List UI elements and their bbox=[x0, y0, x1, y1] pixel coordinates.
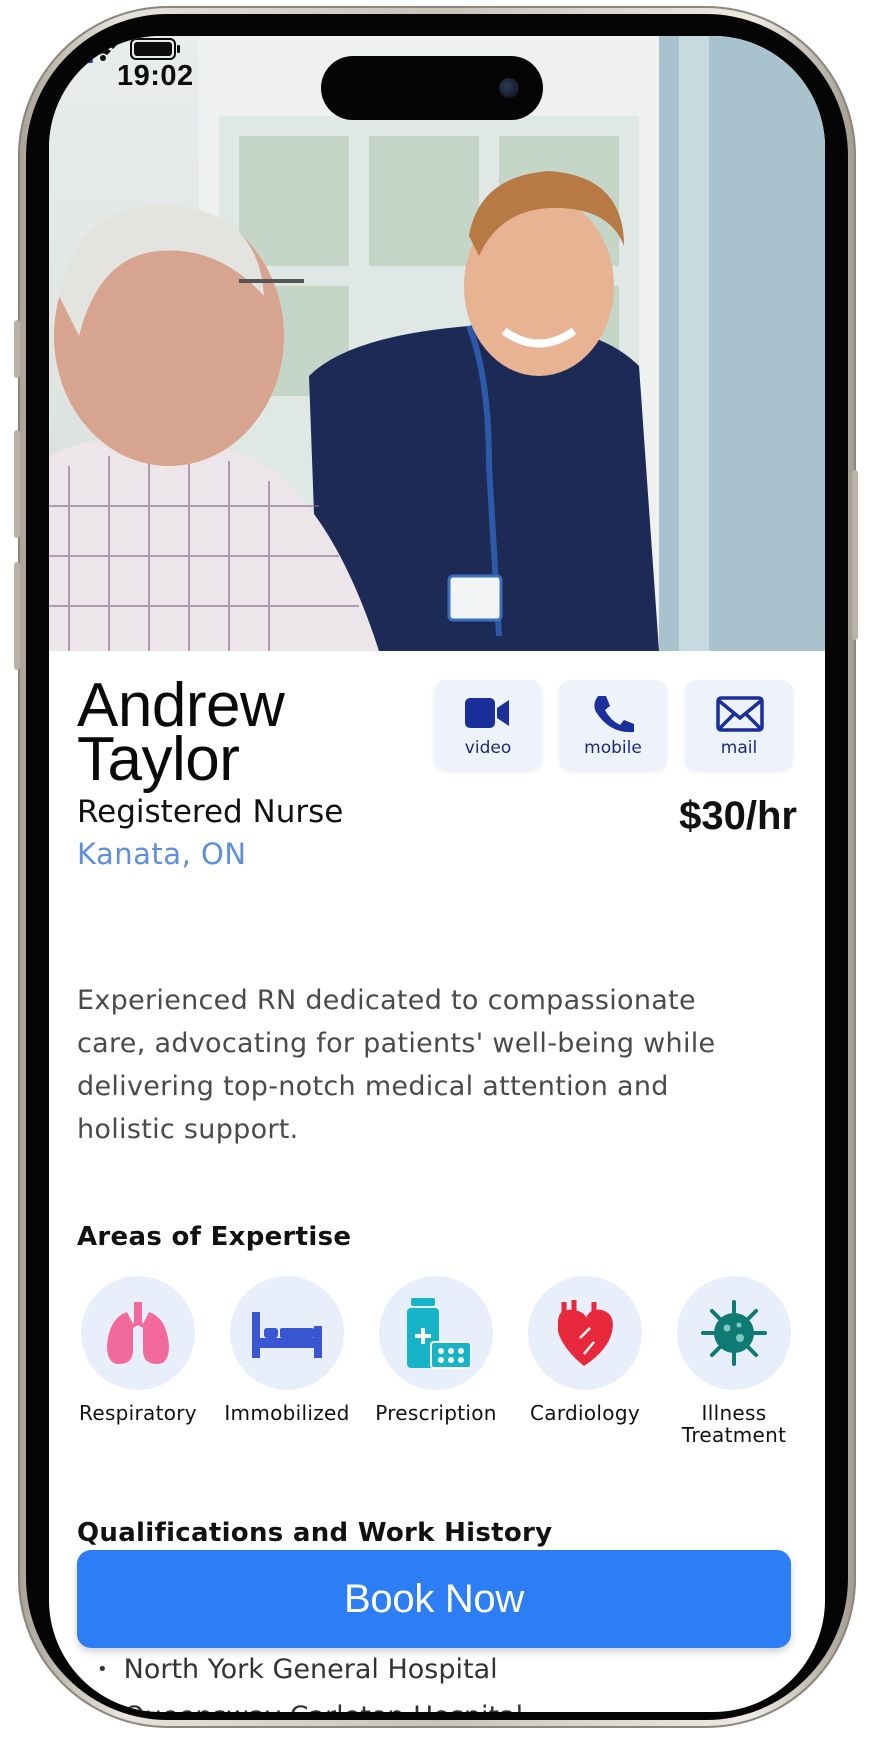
camera-icon bbox=[499, 78, 519, 98]
expertise-icon-circle bbox=[677, 1276, 791, 1390]
action-button bbox=[14, 320, 20, 378]
hero-photo: 19:02 bbox=[49, 36, 825, 651]
power-button bbox=[852, 470, 858, 640]
heart-icon bbox=[558, 1300, 613, 1366]
expertise-label: Cardiology bbox=[530, 1401, 640, 1425]
back-arrow-icon[interactable] bbox=[49, 36, 99, 86]
work-history-list: North York General Hospital Queensway Ca… bbox=[97, 1648, 524, 1712]
caregiver-photo bbox=[49, 36, 825, 651]
screen: 19:02 Andrew Taylor Registered Nurse Kan… bbox=[49, 36, 825, 1712]
expertise-label: Prescription bbox=[375, 1401, 497, 1425]
provider-location: Kanata, ON bbox=[77, 837, 247, 871]
qualifications-title: Qualifications and Work History bbox=[77, 1518, 553, 1548]
phone-icon bbox=[594, 696, 634, 733]
video-camera-icon bbox=[465, 698, 509, 728]
list-item: North York General Hospital bbox=[97, 1648, 523, 1695]
expertise-label: Illness Treatment bbox=[681, 1401, 787, 1447]
expertise-immobilized[interactable]: Immobilized bbox=[212, 1276, 362, 1424]
volume-down-button bbox=[14, 562, 20, 670]
volume-up-button bbox=[14, 430, 20, 538]
lungs-icon bbox=[107, 1302, 169, 1364]
envelope-icon bbox=[716, 696, 764, 732]
expertise-illness-treatment[interactable]: Illness Treatment bbox=[659, 1276, 809, 1446]
expertise-label: Immobilized bbox=[224, 1401, 350, 1425]
expertise-label: Respiratory bbox=[79, 1401, 197, 1425]
mobile-label: mobile bbox=[584, 738, 642, 758]
expertise-cardiology[interactable]: Cardiology bbox=[510, 1276, 660, 1424]
provider-bio: Experienced RN dedicated to compassionat… bbox=[77, 985, 716, 1145]
status-time: 19:02 bbox=[117, 60, 194, 92]
last-name: Taylor bbox=[77, 725, 240, 794]
expertise-icon-circle bbox=[81, 1276, 195, 1390]
mail-button[interactable]: mail bbox=[685, 680, 793, 770]
hourly-rate: $30/hr bbox=[679, 794, 797, 838]
book-now-button[interactable]: Book Now bbox=[77, 1550, 791, 1648]
mobile-call-button[interactable]: mobile bbox=[559, 680, 667, 770]
expertise-prescription[interactable]: Prescription bbox=[361, 1276, 511, 1424]
virus-icon bbox=[701, 1300, 767, 1366]
provider-name: Andrew Taylor bbox=[77, 675, 407, 794]
expertise-icon-circle bbox=[379, 1276, 493, 1390]
expertise-title: Areas of Expertise bbox=[77, 1222, 352, 1252]
pill-bottle-icon bbox=[407, 1298, 471, 1369]
video-call-button[interactable]: video bbox=[434, 680, 542, 770]
provider-role: Registered Nurse bbox=[77, 794, 344, 830]
video-label: video bbox=[464, 738, 512, 758]
expertise-icon-circle bbox=[528, 1276, 642, 1390]
expertise-respiratory[interactable]: Respiratory bbox=[63, 1276, 213, 1424]
expertise-icon-circle bbox=[230, 1276, 344, 1390]
list-item: Queensway Carleton Hospital bbox=[97, 1695, 524, 1712]
dynamic-island bbox=[321, 56, 543, 120]
battery-icon bbox=[130, 38, 180, 60]
bed-icon bbox=[252, 1312, 322, 1358]
mail-label: mail bbox=[720, 738, 758, 758]
